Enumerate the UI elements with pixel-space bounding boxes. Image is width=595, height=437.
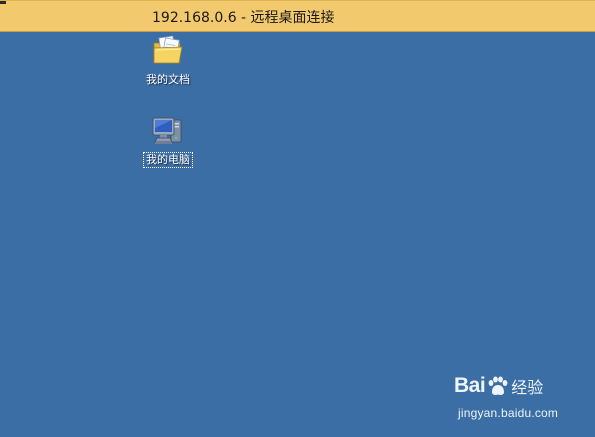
watermark-brand-row: Bai 经验 (454, 374, 543, 402)
watermark-brand-left: Bai (454, 374, 486, 397)
titlebar-edge (0, 1, 6, 4)
paw-logo-icon (488, 376, 508, 395)
remote-desktop-titlebar[interactable]: 192.168.0.6 - 远程桌面连接 (0, 0, 595, 32)
watermark-domain: jingyan.baidu.com (458, 406, 559, 420)
folder-documents-icon (153, 35, 183, 64)
desktop-icon-label: 我的电脑 (143, 152, 193, 168)
computer-icon (152, 117, 182, 144)
desktop-icon-my-computer[interactable]: 我的电脑 (136, 114, 200, 168)
watermark-brand-right: 经验 (511, 378, 544, 397)
desktop-icon-label: 我的文档 (146, 73, 190, 86)
desktop-icon-my-documents[interactable]: 我的文档 (136, 34, 200, 87)
baidu-jingyan-watermark: Bai 经验 jingyan.baidu.com (446, 372, 586, 428)
window-title: 192.168.0.6 - 远程桌面连接 (152, 10, 335, 26)
